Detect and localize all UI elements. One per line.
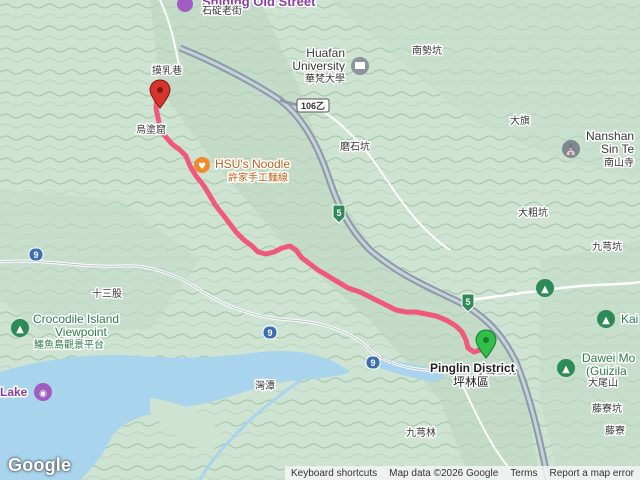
shield-106: 106乙 — [296, 98, 330, 113]
svg-text:5: 5 — [465, 297, 470, 307]
svg-text:南山寺: 南山寺 — [604, 156, 634, 169]
svg-text:▲: ▲ — [602, 315, 610, 326]
svg-text:◉: ◉ — [39, 389, 47, 399]
svg-text:Lake: Lake — [0, 385, 28, 399]
map-data-text: Map data ©2026 Google — [389, 467, 499, 479]
label-shisan: 十三股 — [92, 287, 122, 300]
shield-9-east: 9 — [365, 355, 381, 370]
svg-text:Sin Te: Sin Te — [601, 142, 634, 156]
svg-text:鱷魚島觀景平台: 鱷魚島觀景平台 — [34, 338, 104, 351]
svg-text:HSU's Noodle: HSU's Noodle — [215, 157, 290, 171]
svg-text:大尾山: 大尾山 — [588, 376, 618, 389]
svg-text:石碇老街: 石碇老街 — [202, 4, 242, 17]
park-icon-jiuqiong[interactable]: ▲ — [536, 279, 554, 297]
svg-text:5: 5 — [336, 208, 341, 218]
label-guantan: 灣潭 — [255, 380, 275, 392]
svg-text:9: 9 — [370, 358, 375, 368]
svg-text:⛪: ⛪ — [565, 143, 577, 156]
svg-text:106乙: 106乙 — [301, 101, 325, 111]
label-mogeng: 摸乳巷 — [152, 64, 182, 77]
label-nanshi: 南勢坑 — [412, 44, 442, 57]
label-tengliao: 藤寮坑 — [592, 402, 622, 415]
poi-lake[interactable]: ◉ Lake — [0, 383, 52, 401]
label-wuzhi: 烏塗窟 — [136, 123, 166, 136]
label-tengliao2: 藤寮 — [605, 424, 625, 437]
google-logo[interactable]: Google — [8, 455, 71, 476]
svg-text:Dawei Mo: Dawei Mo — [582, 351, 636, 365]
svg-text:坪林區: 坪林區 — [453, 375, 489, 389]
svg-text:Huafan: Huafan — [306, 46, 345, 60]
label-jiuqiong: 九芎坑 — [592, 240, 622, 253]
svg-text:許家手工麵線: 許家手工麵線 — [228, 171, 288, 184]
keyboard-shortcuts-link[interactable]: Keyboard shortcuts — [285, 468, 383, 479]
label-dachi: 大旗 — [510, 114, 530, 127]
svg-text:(Guizila: (Guizila — [586, 364, 627, 378]
label-jiuqionglin: 九芎林 — [406, 426, 436, 439]
svg-text:Kai: Kai — [621, 312, 638, 326]
svg-text:Crocodile Island: Crocodile Island — [33, 312, 119, 326]
label-moshi: 磨石坑 — [340, 140, 370, 153]
svg-text:♥: ♥ — [198, 162, 206, 172]
label-dacuo: 大粗坑 — [518, 206, 548, 219]
svg-text:University: University — [292, 59, 345, 73]
report-error-link[interactable]: Report a map error — [544, 468, 640, 479]
svg-text:9: 9 — [267, 328, 272, 338]
shield-9-west: 9 — [28, 247, 44, 262]
svg-text:▲: ▲ — [16, 324, 24, 335]
svg-text:Viewpoint: Viewpoint — [55, 325, 107, 339]
map-canvas[interactable]: 106乙 5 5 9 9 9 Shiding Old Street 石碇老街 H… — [0, 0, 640, 480]
svg-text:Pinglin District: Pinglin District — [430, 361, 515, 375]
svg-text:華梵大學: 華梵大學 — [305, 72, 345, 85]
attribution-bar: Keyboard shortcuts Map data ©2026 Google… — [284, 466, 640, 480]
shield-9-center: 9 — [262, 325, 278, 340]
terms-link[interactable]: Terms — [504, 468, 543, 479]
svg-text:▲: ▲ — [562, 364, 570, 375]
svg-text:▲: ▲ — [541, 284, 549, 295]
svg-text:Nanshan: Nanshan — [586, 129, 634, 143]
svg-text:9: 9 — [33, 250, 38, 260]
